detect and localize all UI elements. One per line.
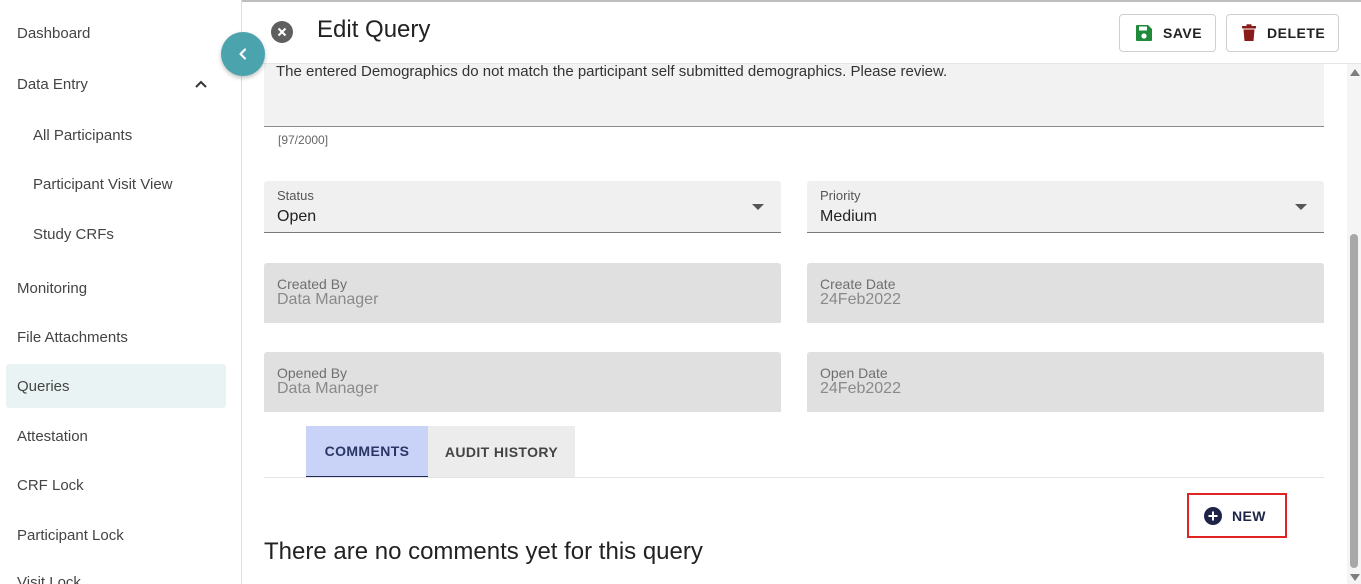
tab-audit-history[interactable]: AUDIT HISTORY (428, 426, 575, 478)
sidebar-item-study-crfs[interactable]: Study CRFs (0, 212, 241, 256)
sidebar-item-label: Dashboard (17, 24, 91, 42)
create-date-value: 24Feb2022 (820, 291, 901, 308)
sidebar-item-participant-visit-view[interactable]: Participant Visit View (0, 162, 241, 206)
scroll-up-arrow-icon[interactable] (1350, 69, 1360, 76)
empty-comments-message: There are no comments yet for this query (264, 538, 703, 565)
chevron-left-icon (239, 48, 247, 60)
created-by-value: Data Manager (277, 291, 379, 308)
open-date-value: 24Feb2022 (820, 380, 901, 397)
delete-button-label: DELETE (1267, 25, 1326, 41)
priority-label: Priority (820, 188, 861, 203)
status-label: Status (277, 188, 314, 203)
sidebar-item-dashboard[interactable]: Dashboard (0, 11, 241, 55)
save-button-label: SAVE (1163, 25, 1203, 41)
scrollbar[interactable] (1347, 64, 1361, 584)
sidebar-item-label: Monitoring (17, 279, 88, 297)
delete-button[interactable]: DELETE (1226, 14, 1339, 52)
sidebar-item-label: All Participants (33, 126, 133, 144)
page-header: Edit Query SAVE DELETE (242, 2, 1361, 64)
query-form: The entered Demographics do not match th… (242, 64, 1347, 584)
open-date-label: Open Date (820, 365, 888, 381)
sidebar-item-queries[interactable]: Queries (6, 364, 226, 408)
create-date-field: Create Date 24Feb2022 (807, 263, 1324, 323)
sidebar-item-attestation[interactable]: Attestation (0, 414, 241, 458)
create-date-label: Create Date (820, 276, 896, 292)
open-date-field: Open Date 24Feb2022 (807, 352, 1324, 412)
sidebar-item-monitoring[interactable]: Monitoring (0, 266, 241, 310)
divider (264, 477, 1324, 478)
sidebar-item-visit-lock[interactable]: Visit Lock (0, 560, 241, 584)
sidebar-item-label: File Attachments (17, 328, 128, 346)
new-comment-button[interactable]: NEW (1187, 493, 1287, 538)
description-text: The entered Demographics do not match th… (276, 64, 948, 80)
sidebar-item-label: Participant Visit View (33, 175, 173, 193)
opened-by-field: Opened By Data Manager (264, 352, 781, 412)
floppy-disk-icon (1136, 25, 1152, 41)
character-counter: [97/2000] (278, 133, 329, 147)
sidebar-item-all-participants[interactable]: All Participants (0, 113, 241, 157)
dropdown-arrow-icon (1295, 204, 1307, 210)
plus-circle-icon (1204, 506, 1222, 525)
save-button[interactable]: SAVE (1119, 14, 1216, 52)
sidebar-item-label: Visit Lock (17, 573, 81, 584)
status-value: Open (277, 208, 317, 225)
tab-comments[interactable]: COMMENTS (306, 426, 428, 478)
opened-by-value: Data Manager (277, 380, 379, 397)
scrollbar-thumb[interactable] (1350, 234, 1358, 568)
sidebar-item-label: Queries (17, 377, 70, 395)
sidebar: Dashboard Data Entry All Participants Pa… (0, 0, 242, 584)
sidebar-item-crf-lock[interactable]: CRF Lock (0, 463, 241, 507)
scroll-down-arrow-icon[interactable] (1350, 574, 1360, 581)
close-button[interactable] (271, 21, 293, 43)
priority-value: Medium (820, 208, 877, 225)
priority-select[interactable]: Priority Medium (807, 181, 1324, 233)
dropdown-arrow-icon (752, 204, 764, 210)
sidebar-item-file-attachments[interactable]: File Attachments (0, 315, 241, 359)
page-title: Edit Query (317, 16, 431, 43)
description-textarea[interactable]: The entered Demographics do not match th… (264, 64, 1324, 127)
sidebar-item-label: Study CRFs (33, 225, 114, 243)
created-by-field: Created By Data Manager (264, 263, 781, 323)
trash-icon (1242, 24, 1256, 41)
sidebar-item-label: Participant Lock (17, 526, 124, 544)
status-select[interactable]: Status Open (264, 181, 781, 233)
sidebar-item-data-entry[interactable]: Data Entry (0, 62, 241, 106)
sidebar-collapse-button[interactable] (221, 32, 265, 76)
sidebar-item-label: Data Entry (17, 75, 88, 93)
created-by-label: Created By (277, 276, 348, 292)
chevron-up-icon[interactable] (193, 76, 209, 92)
sidebar-item-label: Attestation (17, 427, 88, 445)
new-comment-label: NEW (1232, 507, 1266, 524)
sidebar-item-participant-lock[interactable]: Participant Lock (0, 513, 241, 557)
query-tabs: COMMENTS AUDIT HISTORY (306, 426, 575, 478)
opened-by-label: Opened By (277, 365, 348, 381)
close-icon (277, 27, 287, 37)
sidebar-item-label: CRF Lock (17, 476, 84, 494)
